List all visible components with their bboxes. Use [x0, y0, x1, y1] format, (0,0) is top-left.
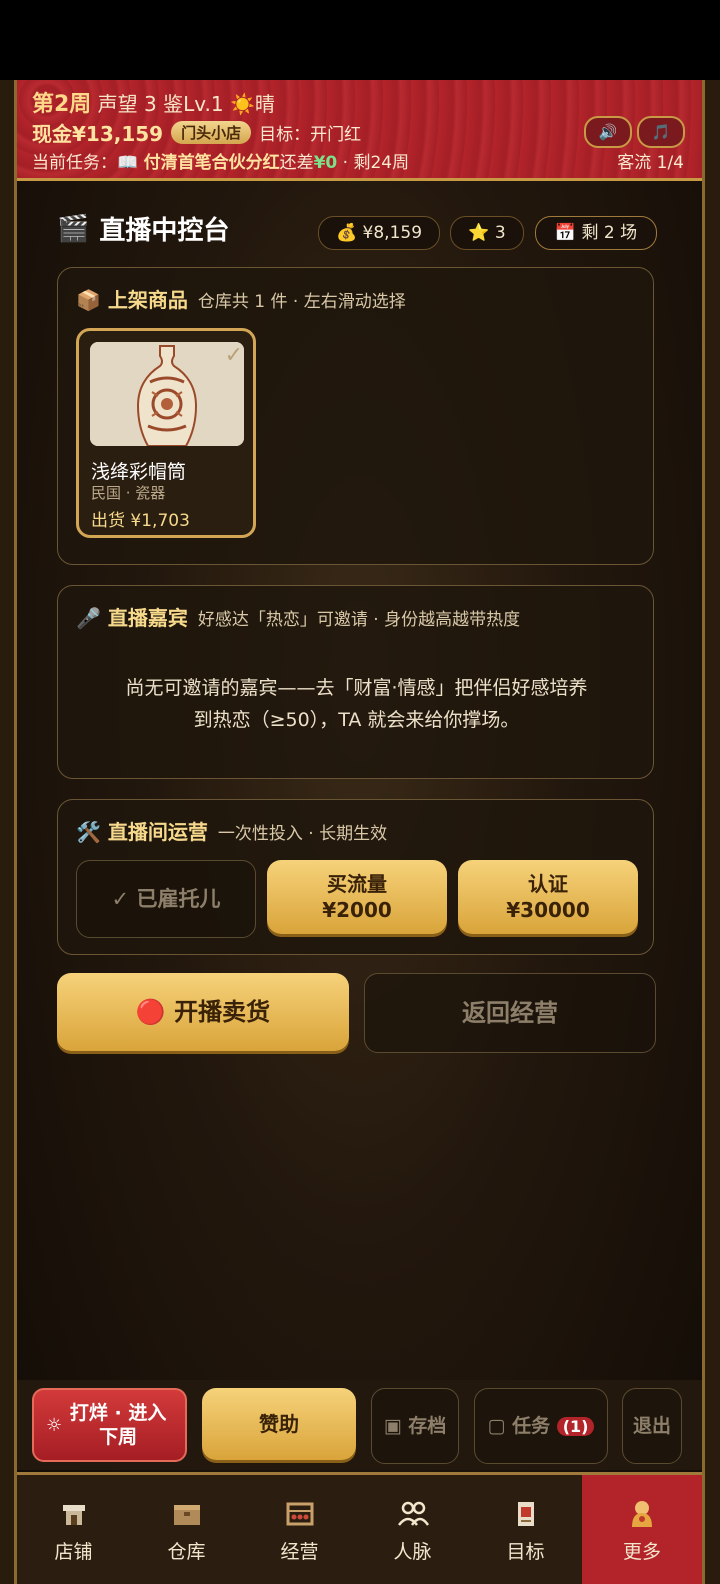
certification-label: 认证	[528, 872, 568, 896]
shop-level-badge[interactable]: 门头小店	[171, 121, 252, 144]
cash-amount: 现金¥13,159	[32, 122, 164, 146]
stars-value: 3	[494, 223, 506, 243]
tab-goals-label: 目标	[506, 1541, 545, 1563]
calendar-icon: 📅	[554, 223, 577, 243]
task-days: · 剩24周	[342, 153, 410, 173]
no-guest-message: 尚无可邀请的嘉宾——去「财富·情感」把伴侣好感培养 到热恋（≥50），TA 就会…	[88, 672, 625, 736]
app-screen: 第2周 声望 3 鉴Lv.1 ☀️晴 现金¥13,159 门头小店 目标：开门红…	[17, 80, 702, 1584]
save-button[interactable]: ▣ 存档	[371, 1388, 459, 1464]
sound-toggle-icon[interactable]: 🔊	[584, 116, 632, 148]
shop-icon	[62, 1505, 85, 1525]
goods-subtitle: 仓库共 1 件 · 左右滑动选择	[197, 292, 406, 312]
save-label: 存档	[408, 1415, 447, 1437]
lucky-bag-icon	[632, 1501, 652, 1527]
ops-panel: 🛠️ 直播间运营 一次性投入 · 长期生效 ✓ 已雇托儿 买流量 ¥2000 认证…	[57, 799, 654, 955]
tab-shop[interactable]: 店铺	[17, 1475, 130, 1584]
tab-warehouse-label: 仓库	[167, 1541, 206, 1563]
tab-warehouse[interactable]: 仓库	[130, 1475, 243, 1584]
guest-subtitle: 好感达「热恋」可邀请 · 身份越高越带热度	[197, 610, 521, 630]
selected-check-icon: ✓	[224, 343, 243, 368]
tab-business[interactable]: 经营	[243, 1475, 356, 1584]
console-title: 🎬 直播中控台	[57, 210, 229, 247]
goal-label: 目标：开门红	[259, 125, 362, 145]
start-live-button[interactable]: 🔴 开播卖货	[57, 973, 349, 1051]
week-label: 第2周	[32, 92, 92, 117]
money-pill: 💰 ¥8,159	[318, 216, 440, 250]
sessions-pill: 📅 剩 2 场	[535, 216, 657, 250]
quit-button[interactable]: 退出	[622, 1388, 682, 1464]
task-remaining: ¥0	[313, 153, 338, 173]
certification-price: ¥30000	[506, 898, 590, 922]
guest-title: 直播嘉宾	[107, 606, 188, 630]
ops-subtitle: 一次性投入 · 长期生效	[217, 824, 388, 844]
task-prefix: 当前任务：📖	[32, 153, 139, 173]
guest-message-line2: 到热恋（≥50），TA 就会来给你撑场。	[193, 709, 520, 731]
people-icon	[397, 1501, 429, 1526]
left-frame	[0, 80, 17, 1584]
guest-message-line1: 尚无可邀请的嘉宾——去「财富·情感」把伴侣好感培养	[125, 677, 588, 699]
goods-panel-title: 📦 上架商品 仓库共 1 件 · 左右滑动选择	[76, 284, 406, 313]
money-value: ¥8,159	[362, 223, 423, 243]
star-icon: ⭐	[468, 223, 490, 243]
tab-goals[interactable]: 目标	[469, 1475, 582, 1584]
header-row-cash: 现金¥13,159 门头小店 目标：开门红	[32, 118, 361, 147]
bottom-tab-bar: 店铺 仓库 经营 人脉 目标 更多	[17, 1472, 702, 1584]
hired-shill-button: ✓ 已雇托儿	[76, 860, 256, 938]
microphone-icon: 🎤	[76, 606, 101, 630]
sun-icon: ☼	[46, 1414, 63, 1436]
current-task: 当前任务：📖 付清首笔合伙分红还差¥0 · 剩24周	[32, 148, 409, 173]
tools-icon: 🛠️	[76, 820, 101, 844]
abacus-icon	[286, 1502, 313, 1526]
bottom-action-bar: ☼ 打烊 · 进入下周 赞助 ▣ 存档 ▢ 任务 (1) 退出	[17, 1380, 702, 1470]
buy-traffic-button[interactable]: 买流量 ¥2000	[267, 860, 447, 934]
buy-traffic-price: ¥2000	[322, 898, 392, 922]
tab-more-label: 更多	[622, 1541, 661, 1563]
tab-business-label: 经营	[280, 1541, 319, 1563]
goods-title: 上架商品	[107, 288, 188, 312]
item-category: 民国 · 瓷器	[91, 484, 166, 502]
warehouse-icon	[173, 1505, 200, 1525]
tab-network-label: 人脉	[393, 1541, 432, 1563]
header-row-week: 第2周 声望 3 鉴Lv.1 ☀️晴	[32, 86, 275, 118]
vase-image	[90, 342, 244, 446]
item-price: 出货 ¥1,703	[91, 511, 190, 531]
tab-network[interactable]: 人脉	[356, 1475, 469, 1584]
customer-flow: 客流 1/4	[617, 153, 684, 173]
save-icon: ▣	[383, 1415, 402, 1437]
next-week-button[interactable]: ☼ 打烊 · 进入下周	[32, 1388, 187, 1462]
ops-title: 直播间运营	[107, 820, 208, 844]
certification-button[interactable]: 认证 ¥30000	[458, 860, 638, 934]
item-card[interactable]: ✓ 浅绛彩帽筒 民国 · 瓷器 出货 ¥1,703	[76, 328, 256, 538]
return-button[interactable]: 返回经营	[364, 973, 656, 1053]
scroll-icon	[517, 1502, 534, 1526]
tasks-label: 任务	[512, 1415, 551, 1437]
clapper-icon: 🎬	[57, 213, 90, 244]
reputation-stats: 声望 3 鉴Lv.1 ☀️晴	[97, 92, 275, 116]
tab-more[interactable]: 更多	[582, 1475, 702, 1584]
music-toggle-icon[interactable]: 🎵	[637, 116, 685, 148]
box-icon: 📦	[76, 288, 101, 312]
buy-traffic-label: 买流量	[327, 872, 387, 896]
guest-panel-title: 🎤 直播嘉宾 好感达「热恋」可邀请 · 身份越高越带热度	[76, 602, 520, 631]
right-frame	[702, 80, 720, 1584]
task-icon: ▢	[487, 1415, 506, 1437]
status-bar	[0, 0, 720, 80]
stars-pill: ⭐ 3	[450, 216, 524, 250]
task-name: 付清首笔合伙分红	[143, 153, 280, 173]
task-mid: 还差	[279, 153, 314, 173]
guest-panel: 🎤 直播嘉宾 好感达「热恋」可邀请 · 身份越高越带热度 尚无可邀请的嘉宾——去「…	[57, 585, 654, 779]
game-header: 第2周 声望 3 鉴Lv.1 ☀️晴 现金¥13,159 门头小店 目标：开门红…	[17, 80, 702, 181]
tasks-button[interactable]: ▢ 任务 (1)	[474, 1388, 608, 1464]
tab-shop-label: 店铺	[54, 1541, 93, 1563]
goods-panel: 📦 上架商品 仓库共 1 件 · 左右滑动选择 ✓ 浅绛彩帽筒 民国 · 瓷器 出…	[57, 267, 654, 565]
sessions-value: 剩 2 场	[581, 223, 638, 243]
console-title-text: 直播中控台	[99, 216, 230, 246]
money-bag-icon: 💰	[335, 223, 358, 243]
task-count-badge: (1)	[556, 1417, 595, 1436]
sponsor-button[interactable]: 赞助	[202, 1388, 356, 1460]
next-week-label: 打烊 · 进入下周	[69, 1402, 167, 1448]
item-name: 浅绛彩帽筒	[91, 461, 187, 483]
ops-panel-title: 🛠️ 直播间运营 一次性投入 · 长期生效	[76, 816, 387, 845]
